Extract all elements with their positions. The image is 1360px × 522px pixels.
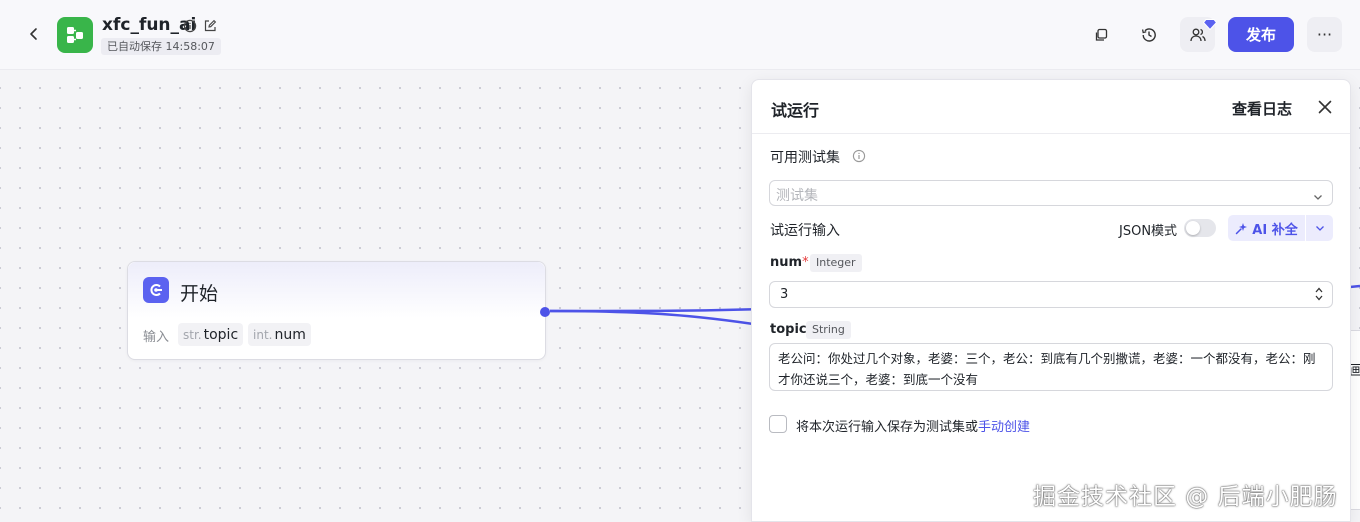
param-name: topic: [203, 326, 239, 343]
output-port[interactable]: [540, 307, 550, 317]
test-run-panel: 试运行 查看日志 可用测试集 测试集 试运行输入 JSON模式 AI 补全 nu…: [751, 79, 1351, 522]
toggle-knob: [1186, 221, 1200, 235]
save-testset-checkbox[interactable]: [769, 415, 787, 433]
start-node-title: 开始: [180, 283, 219, 305]
field-name-text: num: [770, 255, 803, 270]
run-input-label: 试运行输入: [770, 223, 840, 239]
inputs-label: 输入: [143, 330, 170, 345]
ai-complete-label: AI 补全: [1252, 222, 1298, 238]
json-mode-toggle[interactable]: [1184, 219, 1216, 237]
topic-textarea[interactable]: 老公问：你处过几个对象，老婆：三个，老公：到底有几个别撒谎，老婆：一个都没有，老…: [769, 343, 1333, 391]
num-input[interactable]: 3: [769, 281, 1333, 308]
watermark: 掘金技术社区 @ 后端小肥肠: [1033, 484, 1338, 510]
start-node[interactable]: 开始 输入 str. topic int. num: [127, 261, 546, 360]
testset-select[interactable]: 测试集: [769, 180, 1333, 206]
ai-complete-dropdown[interactable]: [1306, 215, 1333, 241]
field-name-topic: topic: [770, 322, 807, 337]
sparkle-icon: [1236, 222, 1248, 234]
json-mode-label: JSON模式: [1119, 224, 1178, 239]
type-tag-string: String: [806, 321, 851, 339]
stepper-icon[interactable]: [1314, 284, 1324, 304]
param-type: str.: [183, 327, 202, 342]
chevron-down-icon: [1312, 188, 1324, 207]
start-icon: [143, 277, 169, 303]
save-testset-text: 将本次运行输入保存为测试集或手动创建: [796, 416, 1030, 435]
param-name: num: [274, 326, 306, 343]
field-name-num: num*: [770, 255, 809, 270]
info-icon[interactable]: [852, 148, 866, 167]
chevron-down-icon: [1315, 226, 1324, 231]
required-mark: *: [802, 255, 809, 270]
param-type: int.: [253, 327, 273, 342]
close-icon[interactable]: [1315, 97, 1335, 117]
save-text-label: 将本次运行输入保存为测试集或: [796, 420, 979, 435]
testset-label: 可用测试集: [770, 150, 840, 166]
param-chip-num: int. num: [248, 323, 311, 346]
view-log-link[interactable]: 查看日志: [1232, 98, 1292, 119]
ai-complete-button[interactable]: AI 补全: [1228, 215, 1305, 241]
testset-placeholder: 测试集: [776, 188, 818, 204]
panel-divider: [752, 133, 1350, 134]
param-chip-topic: str. topic: [178, 323, 244, 346]
num-value: 3: [780, 287, 789, 302]
panel-title: 试运行: [771, 101, 820, 120]
manual-create-link[interactable]: 手动创建: [978, 420, 1030, 435]
type-tag-integer: Integer: [810, 254, 862, 272]
